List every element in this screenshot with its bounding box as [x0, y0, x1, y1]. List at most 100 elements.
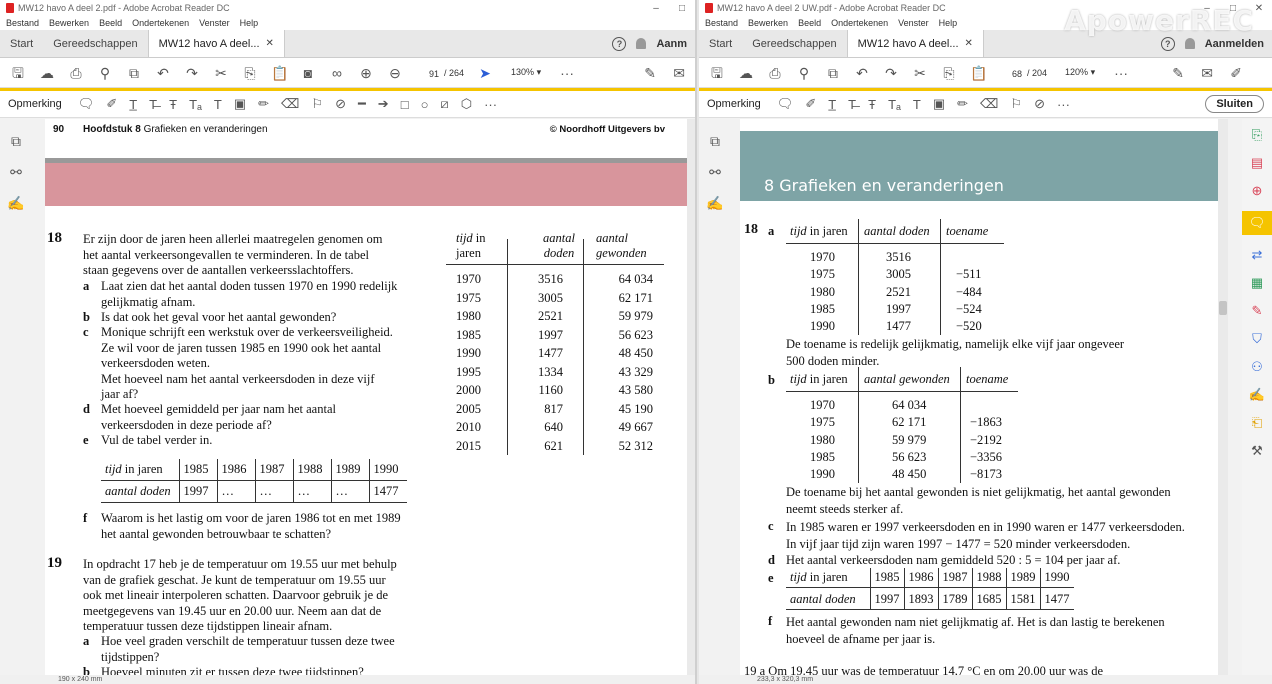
- vertical-scrollbar[interactable]: [1218, 119, 1228, 675]
- text-strikethrough-icon[interactable]: T̶: [848, 97, 856, 112]
- menu-venster[interactable]: Venster: [199, 18, 230, 28]
- save-icon[interactable]: 🖫: [10, 65, 26, 81]
- menu-beeld[interactable]: Beeld: [798, 18, 821, 28]
- menu-bewerken[interactable]: Bewerken: [49, 18, 89, 28]
- upload-cloud-icon[interactable]: ☁: [39, 65, 55, 81]
- textbox-icon[interactable]: ▣: [933, 96, 945, 112]
- tab-tools[interactable]: Gereedschappen: [742, 30, 846, 57]
- tab-tools[interactable]: Gereedschappen: [43, 30, 147, 57]
- redo-icon[interactable]: ↷: [184, 65, 200, 81]
- binoculars-icon[interactable]: ∞: [329, 65, 345, 81]
- paste-icon[interactable]: 📋: [271, 65, 288, 81]
- page-up-icon[interactable]: ⊕: [358, 65, 374, 81]
- save-icon[interactable]: 🖫: [709, 65, 725, 81]
- scan-icon[interactable]: ▦: [1251, 275, 1263, 291]
- zoom-select[interactable]: 130% ▾: [506, 66, 547, 79]
- select-cursor-icon[interactable]: ➤: [477, 65, 493, 81]
- send-for-signature-icon[interactable]: ✍: [1249, 387, 1265, 403]
- menu-help[interactable]: Help: [240, 18, 259, 28]
- menu-ondertekenen[interactable]: Ondertekenen: [132, 18, 189, 28]
- copy-icon[interactable]: ⎘: [941, 65, 957, 81]
- signatures-icon[interactable]: ✍: [706, 195, 723, 212]
- page-thumbnails-icon[interactable]: ⧉: [11, 133, 21, 150]
- upload-cloud-icon[interactable]: ☁: [738, 65, 754, 81]
- highlight-icon[interactable]: ✐: [106, 96, 117, 112]
- add-text-icon[interactable]: T: [913, 97, 921, 112]
- polyline-icon[interactable]: ⧄: [440, 96, 448, 112]
- attachments-icon[interactable]: ⚯: [10, 164, 22, 181]
- page-thumbnails-icon[interactable]: ⧉: [710, 133, 720, 150]
- combine-files-icon[interactable]: ⇄: [1252, 247, 1263, 263]
- text-underline-icon[interactable]: T̲: [129, 97, 137, 112]
- paste-icon[interactable]: 📋: [970, 65, 987, 81]
- menu-bewerken[interactable]: Bewerken: [748, 18, 788, 28]
- polygon-icon[interactable]: ⬡: [461, 96, 472, 112]
- tab-document[interactable]: MW12 havo A deel... ✕: [846, 30, 984, 57]
- redact-icon[interactable]: ⚇: [1251, 359, 1263, 375]
- vertical-scrollbar[interactable]: [687, 119, 695, 675]
- close-comment-button[interactable]: Sluiten: [1205, 95, 1264, 113]
- redo-icon[interactable]: ↷: [883, 65, 899, 81]
- close-tab-icon[interactable]: ✕: [266, 38, 274, 49]
- attach-file-icon[interactable]: ⊘: [335, 96, 346, 112]
- rectangle-icon[interactable]: □: [401, 97, 409, 112]
- email-icon[interactable]: ✉: [1199, 65, 1215, 81]
- menu-bestand[interactable]: Bestand: [6, 18, 39, 28]
- help-icon[interactable]: ?: [1160, 36, 1175, 51]
- line-icon[interactable]: ━: [358, 96, 366, 112]
- search-icon[interactable]: ⚲: [97, 65, 113, 81]
- page-number-input[interactable]: 68: [999, 64, 1023, 81]
- link-edit-icon[interactable]: ✎: [642, 65, 658, 81]
- text-strikethrough-icon[interactable]: T̶: [149, 97, 157, 112]
- highlight-icon[interactable]: ✐: [805, 96, 816, 112]
- attach-file-icon[interactable]: ⊘: [1034, 96, 1045, 112]
- attachments-icon[interactable]: ⚯: [709, 164, 721, 181]
- create-pdf-icon[interactable]: ⊕: [1252, 183, 1263, 199]
- text-underline-icon[interactable]: T̲: [828, 97, 836, 112]
- more-comment-tools-icon[interactable]: ···: [1057, 97, 1070, 112]
- tab-start[interactable]: Start: [699, 30, 742, 57]
- fill-sign-icon[interactable]: ✎: [1252, 303, 1263, 319]
- pencil-icon[interactable]: ✏: [957, 96, 968, 112]
- zoom-select[interactable]: 120% ▾: [1060, 66, 1101, 79]
- add-text-icon[interactable]: T: [214, 97, 222, 112]
- scroll-thumb[interactable]: [1219, 301, 1227, 315]
- cut-icon[interactable]: ✂: [912, 65, 928, 81]
- cut-icon[interactable]: ✂: [213, 65, 229, 81]
- email-icon[interactable]: ✉: [671, 65, 687, 81]
- more-tools-icon[interactable]: ···: [1113, 65, 1129, 81]
- comment-tool-icon[interactable]: 🗨: [1242, 211, 1272, 235]
- close-tab-icon[interactable]: ✕: [965, 38, 973, 49]
- help-icon[interactable]: ?: [612, 36, 627, 51]
- send-file-icon[interactable]: ⎗: [1252, 415, 1262, 431]
- replace-text-icon[interactable]: Ŧ: [169, 97, 177, 112]
- copy-icon[interactable]: ⎘: [242, 65, 258, 81]
- menu-help[interactable]: Help: [939, 18, 958, 28]
- stamp-icon[interactable]: ⚐: [1010, 96, 1022, 112]
- more-comment-tools-icon[interactable]: ···: [484, 97, 497, 112]
- page-number-input[interactable]: 91: [416, 64, 440, 81]
- signatures-icon[interactable]: ✍: [7, 195, 24, 212]
- protect-icon[interactable]: ⛉: [1252, 331, 1262, 347]
- sticky-note-icon[interactable]: 🗨: [777, 96, 794, 112]
- edit-pdf-icon[interactable]: ✐: [1228, 65, 1244, 81]
- arrow-icon[interactable]: ➔: [378, 96, 389, 112]
- link-edit-icon[interactable]: ✎: [1170, 65, 1186, 81]
- attach-search-icon[interactable]: ⧉: [825, 65, 841, 81]
- print-icon[interactable]: ⎙: [68, 65, 84, 81]
- eraser-icon[interactable]: ⌫: [980, 96, 998, 112]
- export-pdf-icon[interactable]: ⎘: [1252, 127, 1262, 143]
- pencil-icon[interactable]: ✏: [258, 96, 269, 112]
- notifications-icon[interactable]: [636, 38, 647, 49]
- insert-text-icon[interactable]: Tₐ: [189, 97, 202, 112]
- snapshot-icon[interactable]: ◙: [300, 65, 316, 81]
- page-down-icon[interactable]: ⊖: [387, 65, 403, 81]
- menu-bestand[interactable]: Bestand: [705, 18, 738, 28]
- undo-icon[interactable]: ↶: [155, 65, 171, 81]
- organize-pages-icon[interactable]: ▤: [1251, 155, 1263, 171]
- oval-icon[interactable]: ○: [421, 97, 429, 112]
- menu-ondertekenen[interactable]: Ondertekenen: [831, 18, 888, 28]
- search-icon[interactable]: ⚲: [796, 65, 812, 81]
- minimize-button[interactable]: –: [643, 3, 669, 14]
- stamp-icon[interactable]: ⚐: [311, 96, 323, 112]
